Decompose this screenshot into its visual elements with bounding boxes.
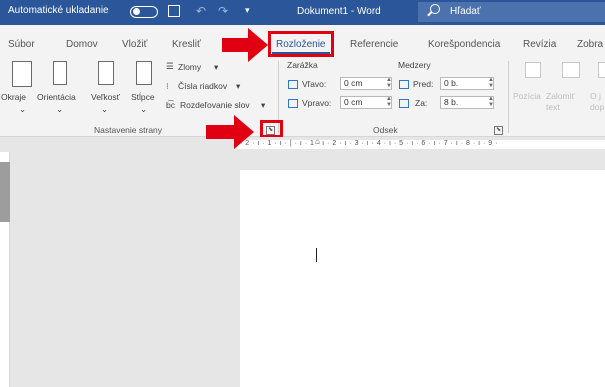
search-box[interactable]: Hľadať bbox=[418, 2, 605, 22]
size-button[interactable]: Veľkosť bbox=[91, 92, 120, 102]
orientation-icon[interactable] bbox=[53, 61, 67, 85]
columns-icon[interactable] bbox=[136, 61, 152, 85]
highlight-layout-tab bbox=[268, 31, 334, 57]
tab-view[interactable]: Zobra bbox=[577, 39, 603, 50]
group-separator bbox=[508, 61, 509, 133]
columns-button[interactable]: Stĺpce bbox=[131, 92, 155, 102]
spacing-header: Medzery bbox=[398, 60, 431, 70]
spacing-before-spinner[interactable]: ▲ ▼ bbox=[488, 77, 494, 89]
indent-right-field[interactable]: 0 cm bbox=[340, 96, 392, 109]
spacing-before-field[interactable]: 0 b. bbox=[440, 77, 494, 90]
indent-header: Zarážka bbox=[287, 60, 318, 70]
toggle-knob bbox=[133, 8, 140, 15]
vertical-ruler[interactable] bbox=[0, 152, 10, 387]
line-numbers-button[interactable]: Čísla riadkov bbox=[178, 81, 227, 91]
undo-icon[interactable]: ↶ bbox=[196, 4, 206, 18]
spacing-before-label: Pred: bbox=[413, 79, 434, 89]
spacing-before-icon bbox=[399, 80, 409, 89]
indent-marker-icon[interactable]: ⌂ bbox=[315, 137, 320, 146]
breaks-button[interactable]: Zlomy bbox=[178, 62, 201, 72]
margins-dropdown-icon[interactable]: ⌄ bbox=[19, 104, 26, 115]
hyphenation-button[interactable]: Rozdeľovanie slov bbox=[180, 100, 250, 110]
paragraph-launcher-icon[interactable]: ⬊ bbox=[494, 126, 503, 135]
tab-review[interactable]: Revízia bbox=[523, 39, 556, 50]
hyphenation-icon: b͡c bbox=[166, 100, 175, 110]
size-dropdown-icon[interactable]: ⌄ bbox=[101, 104, 108, 115]
page-setup-group-label: Nastavenie strany bbox=[94, 125, 163, 135]
vertical-ruler-margin bbox=[0, 162, 10, 222]
spacing-after-field[interactable]: 8 b. bbox=[440, 96, 494, 109]
indent-right-spinner[interactable]: ▲ ▼ bbox=[386, 96, 392, 108]
position-button[interactable]: Pozícia bbox=[513, 91, 541, 101]
redo-icon[interactable]: ↷ bbox=[218, 4, 228, 18]
columns-dropdown-icon[interactable]: ⌄ bbox=[140, 104, 147, 115]
indent-left-field[interactable]: 0 cm bbox=[340, 77, 392, 90]
bring-forward-label-2: dop bbox=[590, 102, 605, 112]
autosave-toggle[interactable] bbox=[130, 6, 158, 18]
bring-forward-icon[interactable] bbox=[598, 62, 605, 78]
customize-quick-access-icon[interactable]: ▾ bbox=[245, 5, 250, 16]
hyphenation-dropdown-icon[interactable]: ▾ bbox=[261, 100, 265, 111]
search-icon bbox=[430, 4, 440, 14]
margins-button[interactable]: Okraje bbox=[1, 92, 26, 102]
indent-left-icon bbox=[288, 80, 298, 89]
line-numbers-dropdown-icon[interactable]: ▾ bbox=[236, 81, 240, 92]
tab-mailings[interactable]: Korešpondencia bbox=[428, 39, 500, 50]
tab-draw[interactable]: Kresliť bbox=[172, 39, 201, 50]
indent-left-spinner[interactable]: ▲ ▼ bbox=[386, 77, 392, 89]
arrow-to-launcher-icon bbox=[206, 115, 254, 149]
tab-references[interactable]: Referencie bbox=[350, 39, 398, 50]
ruler-marks: · 2 · ı · 1 · ı · | · ı · 1 · ı · 2 · ı … bbox=[240, 140, 498, 147]
text-cursor bbox=[316, 248, 317, 262]
tab-file[interactable]: Súbor bbox=[8, 39, 35, 50]
line-numbers-icon: ⁝ bbox=[166, 81, 169, 91]
orientation-dropdown-icon[interactable]: ⌄ bbox=[56, 104, 63, 115]
indent-right-icon bbox=[288, 99, 298, 108]
ribbon-layout: Okraje Orientácia Veľkosť Stĺpce ⌄ ⌄ ⌄ ⌄… bbox=[0, 57, 605, 137]
breaks-dropdown-icon[interactable]: ▾ bbox=[214, 62, 218, 73]
save-icon[interactable] bbox=[168, 5, 180, 17]
autosave-label: Automatické ukladanie bbox=[8, 5, 109, 16]
spacing-after-spinner[interactable]: ▲ ▼ bbox=[488, 96, 494, 108]
search-label: Hľadať bbox=[450, 6, 481, 17]
bring-forward-button[interactable]: O j bbox=[590, 91, 601, 101]
spacing-after-label: Za: bbox=[415, 98, 428, 108]
wrap-text-icon[interactable] bbox=[562, 62, 580, 78]
tab-home[interactable]: Domov bbox=[66, 39, 98, 50]
document-page[interactable] bbox=[240, 170, 605, 387]
indent-left-label: Vľavo: bbox=[302, 79, 327, 89]
title-bar: Automatické ukladanie ↶ ↷ ▾ Dokument1 - … bbox=[0, 0, 605, 25]
breaks-icon: ☰ bbox=[166, 61, 174, 71]
horizontal-ruler[interactable]: · 2 · ı · 1 · ı · | · ı · 1 · ı · 2 · ı … bbox=[0, 137, 605, 152]
wrap-text-button[interactable]: Zalomiť text bbox=[546, 91, 580, 113]
spacing-after-icon bbox=[399, 99, 409, 108]
document-title: Dokument1 - Word bbox=[297, 6, 381, 17]
highlight-page-setup-launcher bbox=[260, 120, 283, 138]
size-icon[interactable] bbox=[98, 61, 114, 85]
tab-insert[interactable]: Vložiť bbox=[122, 39, 147, 50]
margins-icon[interactable] bbox=[12, 61, 32, 87]
position-icon[interactable] bbox=[525, 62, 541, 78]
orientation-button[interactable]: Orientácia bbox=[37, 92, 76, 102]
indent-right-label: Vpravo: bbox=[302, 98, 332, 108]
arrow-to-layout-tab-icon bbox=[222, 28, 268, 62]
paragraph-group-label: Odsek bbox=[373, 125, 398, 135]
